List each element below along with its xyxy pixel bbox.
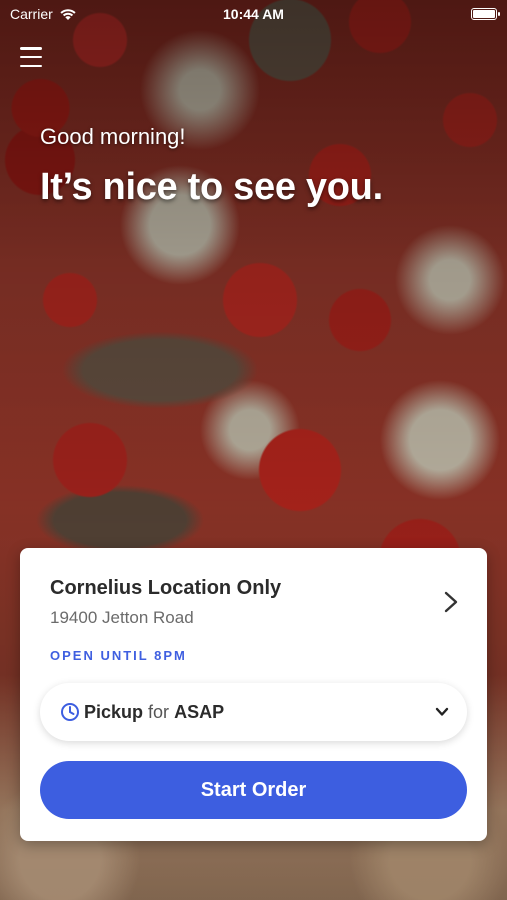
battery-level xyxy=(473,10,495,18)
menu-line xyxy=(20,55,42,59)
start-order-button[interactable]: Start Order xyxy=(40,761,467,819)
menu-line xyxy=(20,64,42,67)
status-left: Carrier xyxy=(10,6,77,22)
clock-time: 10:44 AM xyxy=(223,6,284,22)
carrier-label: Carrier xyxy=(10,6,53,22)
welcome-headline: It’s nice to see you. xyxy=(40,166,383,208)
battery-icon xyxy=(471,8,500,20)
greeting-text: Good morning! xyxy=(40,124,186,149)
order-mode-text: Pickup for ASAP xyxy=(84,702,224,723)
order-time-value: ASAP xyxy=(174,701,225,722)
store-hours-label: OPEN UNTIL 8PM xyxy=(50,648,187,663)
status-bar: Carrier 10:44 AM xyxy=(0,0,507,28)
menu-line xyxy=(20,47,42,50)
chevron-down-icon[interactable] xyxy=(435,705,449,719)
clock-icon xyxy=(61,703,79,721)
location-card: Cornelius Location Only 19400 Jetton Roa… xyxy=(20,548,487,841)
location-address: 19400 Jetton Road xyxy=(50,608,194,627)
hamburger-menu-icon[interactable] xyxy=(20,47,42,67)
order-mode-connector: for xyxy=(148,701,170,722)
wifi-icon xyxy=(60,9,76,20)
order-mode-selector[interactable]: Pickup for ASAP xyxy=(40,683,467,741)
order-mode-value: Pickup xyxy=(84,701,144,722)
location-name[interactable]: Cornelius Location Only xyxy=(50,577,281,600)
chevron-right-icon[interactable] xyxy=(443,590,459,614)
